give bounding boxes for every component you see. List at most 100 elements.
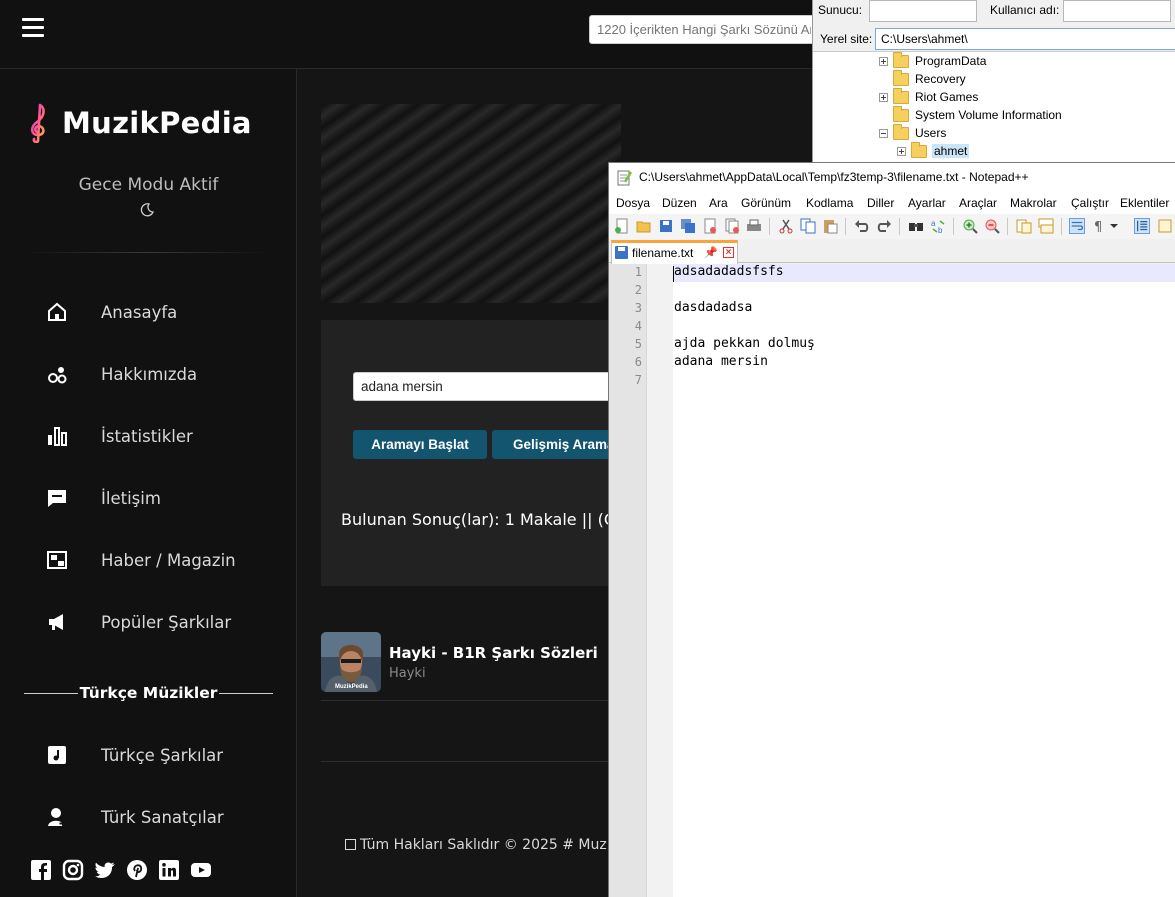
notepadpp-app-icon (617, 170, 632, 186)
local-site-path-input[interactable]: C:\Users\ahmet\ (875, 28, 1175, 50)
nav-item-contact[interactable]: İletişim (0, 478, 297, 518)
menu-kodlama[interactable]: Kodlama (806, 196, 853, 210)
word-wrap-icon[interactable] (1069, 218, 1085, 234)
replace-icon[interactable]: ab (930, 218, 946, 234)
tab-filename-txt[interactable]: filename.txt 📌 × (611, 240, 738, 264)
sidebar: MuzikPedia Gece Modu Aktif Anasayfa Hakk… (0, 69, 297, 897)
search-result-item[interactable]: MuzikPedia Hayki - B1R Şarkı Sözleri Hay… (321, 630, 621, 701)
menu-duzen[interactable]: Düzen (662, 196, 697, 210)
expand-icon[interactable] (897, 147, 906, 156)
tab-label: filename.txt (632, 246, 694, 260)
code-line[interactable]: adsadadadsfsfs (673, 264, 1175, 282)
tree-item[interactable]: Recovery (813, 70, 1175, 89)
doc-map-icon[interactable] (1157, 218, 1173, 234)
code-line[interactable]: ajda pekkan dolmuş (673, 336, 1175, 354)
facebook-icon[interactable] (30, 859, 52, 881)
menu-ara[interactable]: Ara (709, 196, 728, 210)
menu-makrolar[interactable]: Makrolar (1010, 196, 1057, 210)
save-icon[interactable] (658, 218, 674, 234)
nav-item-turkish-songs[interactable]: Türkçe Şarkılar (0, 735, 297, 775)
nav-item-news[interactable]: Haber / Magazin (0, 540, 297, 580)
nav-item-turkish-artists[interactable]: Türk Sanatçılar (0, 797, 297, 837)
line-number: 4 (634, 319, 642, 333)
pinterest-icon[interactable] (126, 859, 148, 881)
nav-item-popular[interactable]: Popüler Şarkılar (0, 602, 297, 642)
nav-item-home[interactable]: Anasayfa (0, 292, 297, 332)
menu-dosya[interactable]: Dosya (616, 196, 650, 210)
code-line[interactable] (673, 318, 1175, 336)
window-titlebar[interactable]: C:\Users\ahmet\AppData\Local\Temp\fz3tem… (609, 163, 1175, 192)
quickconnect-bar: Sunucu: Kullanıcı adı: (813, 0, 1175, 26)
fold-margin (647, 264, 673, 897)
save-all-icon[interactable] (680, 218, 696, 234)
expand-icon[interactable] (879, 57, 888, 66)
code-line[interactable] (673, 372, 1175, 390)
tree-item-label: Riot Games (915, 90, 979, 104)
local-site-label: Yerel site: (820, 32, 873, 46)
result-count-text: Bulunan Sonuç(lar): 1 Makale || (Ge (341, 510, 627, 529)
local-site-bar: Yerel site: C:\Users\ahmet\ (813, 28, 1175, 51)
nav-item-stats[interactable]: İstatistikler (0, 416, 297, 456)
linkedin-icon[interactable] (158, 859, 180, 881)
collapse-icon[interactable] (879, 129, 888, 138)
menu-araclar[interactable]: Araçlar (959, 196, 997, 210)
pin-icon[interactable]: 📌 (704, 246, 718, 259)
nav-label: Hakkımızda (101, 364, 198, 384)
open-file-icon[interactable] (636, 218, 652, 234)
lyrics-search-input[interactable] (353, 372, 621, 401)
folder-icon (893, 106, 909, 122)
username-input[interactable] (1063, 0, 1171, 22)
text-caret (673, 266, 674, 282)
cut-icon[interactable] (778, 218, 794, 234)
tree-item[interactable]: Riot Games (813, 88, 1175, 107)
new-file-icon[interactable] (614, 218, 630, 234)
zoom-in-icon[interactable] (962, 218, 978, 234)
svg-text:¶: ¶ (1094, 220, 1102, 234)
youtube-icon[interactable] (190, 859, 212, 881)
close-tab-icon[interactable]: × (723, 247, 734, 258)
code-line[interactable]: dasdadadsa (673, 300, 1175, 318)
show-all-characters-icon[interactable]: ¶ (1091, 218, 1107, 234)
moon-icon[interactable] (140, 203, 154, 217)
sync-horizontal-icon[interactable] (1038, 218, 1054, 234)
expand-icon[interactable] (879, 93, 888, 102)
music-folder-icon (46, 744, 68, 766)
code-line[interactable] (673, 282, 1175, 300)
zoom-out-icon[interactable] (984, 218, 1000, 234)
tree-item-selected[interactable]: ahmet (813, 142, 1175, 161)
menu-gorunum[interactable]: Görünüm (741, 196, 791, 210)
close-all-icon[interactable] (724, 218, 740, 234)
redo-icon[interactable] (876, 218, 892, 234)
menu-eklentiler[interactable]: Eklentiler (1120, 196, 1169, 210)
dropdown-arrow-icon[interactable] (1109, 218, 1119, 234)
tree-item[interactable]: ProgramData (813, 52, 1175, 71)
start-search-button[interactable]: Aramayı Başlat (353, 430, 487, 459)
undo-icon[interactable] (854, 218, 870, 234)
copy-icon[interactable] (800, 218, 816, 234)
advanced-search-button[interactable]: Gelişmiş Arama (492, 430, 622, 459)
nav-item-about[interactable]: Hakkımızda (0, 354, 297, 394)
site-logo[interactable]: MuzikPedia (26, 103, 252, 143)
text-editor[interactable]: 1 adsadadadsfsfs 2 3 dasdadadsa 4 5 ajda pekkan… (609, 264, 1175, 897)
paste-icon[interactable] (822, 218, 838, 234)
menu-ayarlar[interactable]: Ayarlar (908, 196, 946, 210)
sync-vertical-icon[interactable] (1016, 218, 1032, 234)
site-search-input[interactable] (589, 15, 819, 44)
twitter-icon[interactable] (94, 859, 116, 881)
code-line[interactable]: adana mersin (673, 354, 1175, 372)
indent-guide-icon[interactable] (1134, 218, 1150, 234)
instagram-icon[interactable] (62, 859, 84, 881)
result-artist: Hayki (389, 666, 426, 681)
megaphone-icon (46, 611, 68, 633)
close-file-icon[interactable] (702, 218, 718, 234)
news-icon (46, 549, 68, 571)
menu-diller[interactable]: Diller (867, 196, 894, 210)
print-icon[interactable] (746, 218, 762, 234)
find-icon[interactable] (908, 218, 924, 234)
tree-item[interactable]: System Volume Information (813, 106, 1175, 125)
tree-item[interactable]: Users (813, 124, 1175, 143)
menu-calistir[interactable]: Çalıştır (1071, 196, 1109, 210)
about-icon (46, 363, 68, 385)
host-input[interactable] (869, 0, 977, 22)
hamburger-menu-icon[interactable] (22, 18, 44, 40)
